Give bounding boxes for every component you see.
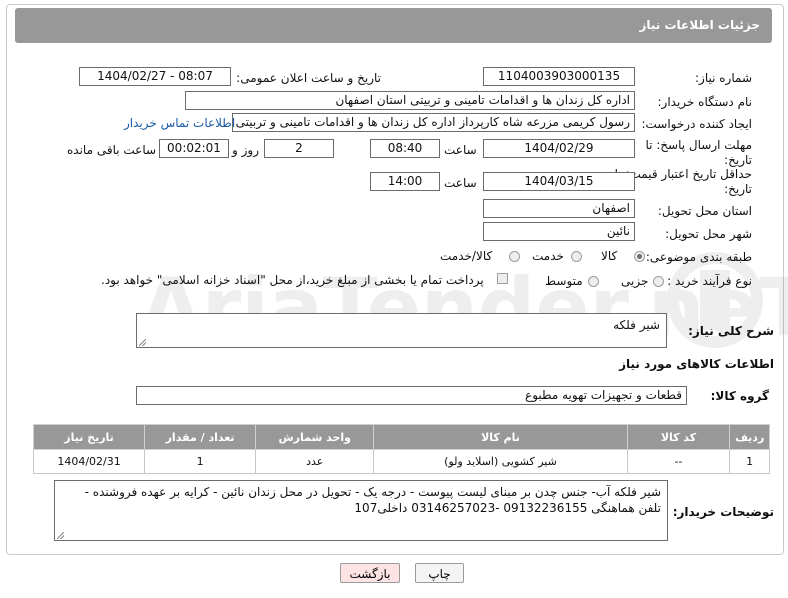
treasury-payment-note: پرداخت تمام یا بخشی از مبلغ خرید،از محل … bbox=[101, 273, 484, 287]
cell-qty: 1 bbox=[144, 449, 257, 474]
goods-table: ردیف کد کالا نام کالا واحد شمارش تعداد /… bbox=[32, 424, 770, 474]
deadline-time-field: 08:40 bbox=[370, 139, 440, 158]
goods-table-header: ردیف کد کالا نام کالا واحد شمارش تعداد /… bbox=[32, 424, 770, 450]
contact-buyer-link[interactable]: اطلاعات تماس خریدار bbox=[124, 116, 235, 130]
buyer-notes-text: شیر فلکه آب- جنس چدن بر مبنای لیست پیوست… bbox=[84, 485, 661, 515]
announce-label: تاریخ و ساعت اعلان عمومی: bbox=[236, 71, 381, 85]
treasury-payment-checkbox[interactable] bbox=[497, 273, 508, 284]
buyer-org-field: اداره کل زندان ها و اقدامات تامینی و ترب… bbox=[185, 91, 635, 110]
summary-field: شیر فلکه bbox=[136, 313, 667, 348]
announce-field: 1404/02/27 - 08:07 bbox=[79, 67, 231, 86]
cell-name: شیر کشویی (اسلاید ولو) bbox=[373, 449, 628, 474]
price-valid-time-field: 14:00 bbox=[370, 172, 440, 191]
city-label: شهر محل تحویل: bbox=[665, 227, 752, 241]
print-button[interactable]: چاپ bbox=[415, 563, 464, 583]
buyer-notes-field: شیر فلکه آب- جنس چدن بر مبنای لیست پیوست… bbox=[54, 480, 668, 541]
buyer-notes-label: توضیحات خریدار: bbox=[672, 505, 774, 519]
time-remaining-field: 00:02:01 bbox=[159, 139, 229, 158]
category-service-radio[interactable] bbox=[571, 251, 582, 262]
price-valid-date-field: 1404/03/15 bbox=[483, 172, 635, 191]
deadline-time-label: ساعت bbox=[444, 143, 477, 157]
panel-title: جزئیات اطلاعات نیاز bbox=[639, 18, 760, 32]
deadline-label: مهلت ارسال پاسخ: تا تاریخ: bbox=[645, 138, 752, 167]
category-goods-label: کالا bbox=[601, 249, 618, 263]
deadline-date-field: 1404/02/29 bbox=[483, 139, 635, 158]
category-goods-service-label: کالا/خدمت bbox=[440, 249, 493, 263]
col-unit: واحد شمارش bbox=[255, 424, 375, 450]
time-remaining-label: ساعت باقی مانده bbox=[67, 143, 157, 157]
resize-handle-icon[interactable] bbox=[139, 339, 146, 346]
days-label: روز و bbox=[232, 143, 259, 157]
goods-group-field: قطعات و تجهیزات تهویه مطبوع bbox=[136, 386, 687, 405]
col-date: تاریخ نیاز bbox=[32, 424, 146, 450]
summary-text: شیر فلکه bbox=[613, 318, 660, 332]
cell-date: 1404/02/31 bbox=[32, 449, 146, 474]
process-medium-label: متوسط bbox=[545, 274, 583, 288]
goods-section-title: اطلاعات کالاهای مورد نیاز bbox=[619, 357, 774, 371]
back-button[interactable]: بازگشت bbox=[340, 563, 400, 583]
need-number-field: 1104003903000135 bbox=[483, 67, 635, 86]
creator-field: رسول کریمی مزرعه شاه کارپرداز اداره کل ز… bbox=[232, 113, 635, 132]
buyer-org-label: نام دستگاه خریدار: bbox=[657, 95, 753, 109]
goods-group-label: گروه کالا: bbox=[710, 389, 769, 403]
cell-unit: عدد bbox=[255, 449, 375, 474]
category-goods-service-radio[interactable] bbox=[509, 251, 520, 262]
province-label: استان محل تحویل: bbox=[657, 204, 752, 218]
table-row: 1 -- شیر کشویی (اسلاید ولو) عدد 1 1404/0… bbox=[32, 449, 770, 474]
resize-handle-icon[interactable] bbox=[57, 532, 64, 539]
category-service-label: خدمت bbox=[532, 249, 564, 263]
cell-code: -- bbox=[626, 449, 731, 474]
cell-row: 1 bbox=[729, 449, 770, 474]
need-number-label: شماره نیاز: bbox=[695, 71, 752, 85]
col-code: کد کالا bbox=[626, 424, 731, 450]
price-valid-time-label: ساعت bbox=[444, 176, 477, 190]
creator-label: ایجاد کننده درخواست: bbox=[641, 117, 752, 131]
category-goods-radio[interactable] bbox=[634, 251, 645, 262]
province-field: اصفهان bbox=[483, 199, 635, 218]
process-label: نوع فرآیند خرید : bbox=[667, 274, 752, 288]
city-field: نائین bbox=[483, 222, 635, 241]
summary-label: شرح کلی نیاز: bbox=[688, 324, 774, 338]
days-remaining-field: 2 bbox=[264, 139, 334, 158]
panel-header: جزئیات اطلاعات نیاز bbox=[15, 8, 772, 43]
category-label: طبقه بندی موضوعی: bbox=[645, 250, 752, 264]
col-row: ردیف bbox=[729, 424, 770, 450]
process-minor-label: جزیی bbox=[621, 274, 649, 288]
col-qty: تعداد / مقدار bbox=[144, 424, 257, 450]
process-medium-radio[interactable] bbox=[588, 276, 599, 287]
process-minor-radio[interactable] bbox=[653, 276, 664, 287]
col-name: نام کالا bbox=[373, 424, 628, 450]
